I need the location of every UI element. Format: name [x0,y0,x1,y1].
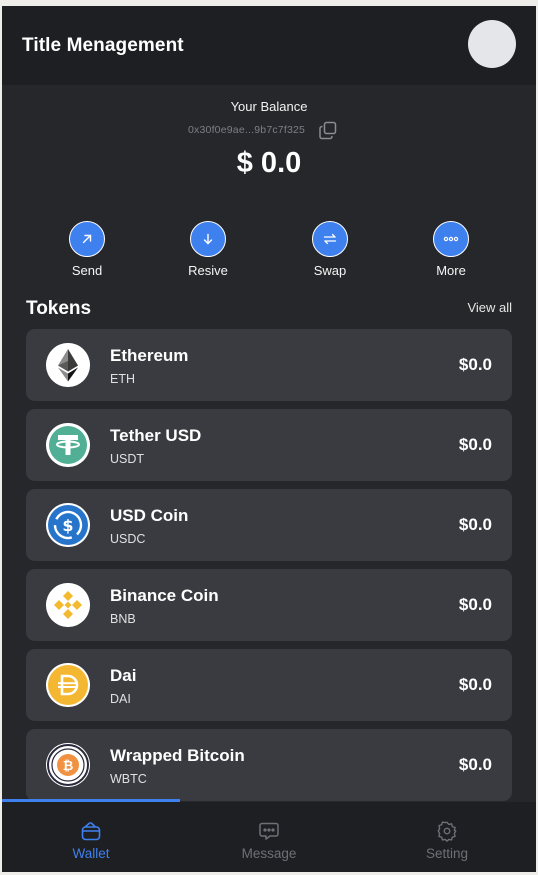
balance-label: Your Balance [230,99,308,114]
arrow-down-icon [190,221,226,257]
nav-wallet[interactable]: Wallet [2,820,180,861]
avatar[interactable] [468,20,516,68]
swap-label: Swap [313,263,347,278]
token-symbol: ETH [110,372,135,386]
header: Title Menagement [2,6,536,85]
token-row-eth[interactable]: Ethereum ETH $0.0 [26,329,512,401]
more-icon [433,221,469,257]
wallet-address: 0x30f0e9ae...9b7c7f325 [188,124,306,136]
send-label: Send [71,263,103,278]
copy-icon[interactable] [318,120,338,140]
token-name: Binance Coin [110,586,219,605]
binance-icon [46,583,90,627]
token-row-bnb[interactable]: Binance Coin BNB $0.0 [26,569,512,641]
wallet-icon [81,822,101,841]
token-row-usdt[interactable]: Tether USD USDT $0.0 [26,409,512,481]
more-label: More [436,263,466,278]
token-value: $0.0 [458,355,492,374]
svg-text:₿: ₿ [63,759,74,774]
token-row-usdc[interactable]: $ USD Coin USDC $0.0 [26,489,512,561]
token-row-wbtc[interactable]: ₿ Wrapped Bitcoin WBTC $0.0 [26,729,512,801]
bitcoin-icon: ₿ [46,743,90,787]
svg-text:$: $ [62,516,73,535]
send-button[interactable]: Send [47,221,127,278]
arrow-up-right-icon [69,221,105,257]
token-symbol: BNB [110,612,136,626]
token-row-dai[interactable]: Dai DAI $0.0 [26,649,512,721]
usd-coin-icon: $ [46,503,90,547]
page-title: Title Menagement [22,35,184,56]
token-symbol: USDT [110,452,145,466]
swap-button[interactable]: Swap [290,221,370,278]
view-all-link[interactable]: View all [467,300,512,315]
dai-icon [46,663,90,707]
token-value: $0.0 [458,675,492,694]
nav-setting[interactable]: Setting [358,820,536,861]
message-icon [259,822,279,840]
token-symbol: DAI [110,692,131,706]
nav-setting-label: Setting [425,846,469,861]
token-name: Wrapped Bitcoin [110,746,245,765]
address-row: 0x30f0e9ae...9b7c7f325 [188,120,338,140]
swap-icon [312,221,348,257]
tokens-heading: Tokens [26,298,92,319]
bottom-nav: Wallet Message Setting [2,802,536,872]
token-symbol: WBTC [110,772,147,786]
receive-button[interactable]: Resive [168,221,248,278]
balance-amount: $ 0.0 [236,147,302,179]
token-value: $0.0 [458,595,492,614]
token-symbol: USDC [110,532,146,546]
nav-wallet-label: Wallet [72,846,110,861]
ethereum-icon [46,343,90,387]
token-value: $0.0 [458,755,492,774]
token-name: Dai [110,666,137,685]
receive-label: Resive [188,263,228,278]
token-name: Ethereum [110,346,189,365]
settings-icon [437,821,457,842]
wallet-app: Title Menagement Your Balance 0x30f0e9ae… [2,6,536,872]
action-bar: Send Resive Swap More [2,221,536,281]
more-button[interactable]: More [411,221,491,278]
token-value: $0.0 [458,515,492,534]
token-value: $0.0 [458,435,492,454]
token-name: USD Coin [110,506,189,525]
nav-message-label: Message [241,846,297,861]
nav-message[interactable]: Message [180,820,358,861]
tether-icon [46,423,90,467]
token-name: Tether USD [110,426,202,445]
